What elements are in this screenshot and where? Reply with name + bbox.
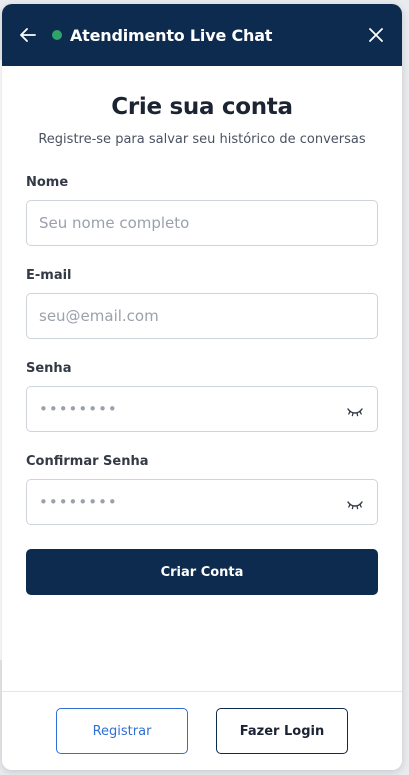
chat-header: Atendimento Live Chat [2,4,402,66]
online-status-dot [52,30,62,40]
email-label: E-mail [26,268,72,283]
password-input[interactable] [27,387,377,431]
header-title: Atendimento Live Chat [70,25,273,45]
chat-widget: Atendimento Live Chat Crie sua conta Reg… [2,4,402,770]
form-subtitle: Registre-se para salvar seu histórico de… [38,132,366,147]
name-label: Nome [26,175,69,190]
register-form: Crie sua conta Registre-se para salvar s… [2,94,402,595]
eye-closed-icon[interactable] [347,403,363,417]
eye-closed-icon[interactable] [347,496,363,510]
create-account-button[interactable]: Criar Conta [26,549,378,595]
confirm-password-label: Confirmar Senha [26,454,149,469]
login-button[interactable]: Fazer Login [216,708,348,754]
form-title: Crie sua conta [111,94,293,120]
name-field-wrapper [26,200,378,246]
password-label: Senha [26,361,72,376]
chat-footer: Registrar Fazer Login [2,691,402,770]
confirm-password-field-wrapper [26,479,378,525]
register-button[interactable]: Registrar [56,708,188,754]
arrow-left-icon[interactable] [18,25,38,45]
password-field-wrapper [26,386,378,432]
email-input[interactable] [27,294,377,338]
email-field-wrapper [26,293,378,339]
close-icon[interactable] [366,25,386,45]
name-input[interactable] [27,201,377,245]
confirm-password-input[interactable] [27,480,377,524]
